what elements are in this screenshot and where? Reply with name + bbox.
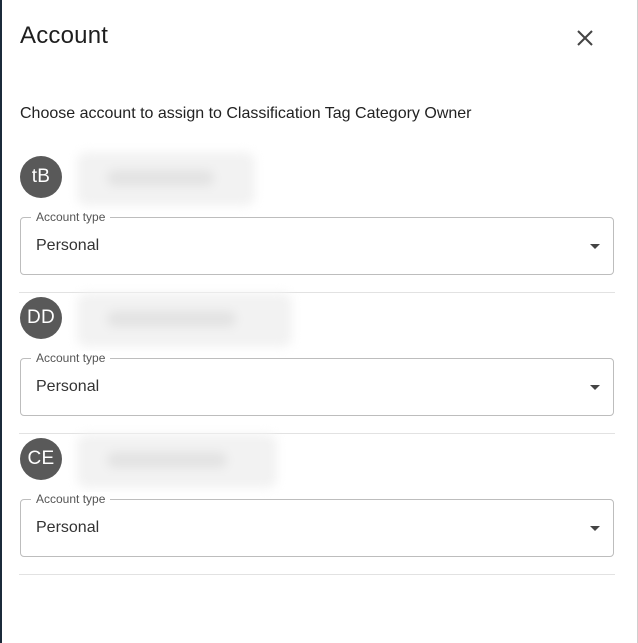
account-type-label: Account type — [31, 210, 111, 224]
redacted-account-name — [77, 434, 277, 488]
close-icon — [577, 30, 593, 46]
account-item: CE Account type Personal — [19, 434, 615, 575]
account-type-select[interactable]: Account type Personal — [20, 210, 614, 275]
account-item: DD Account type Personal — [19, 293, 615, 434]
dialog-title: Account — [20, 22, 109, 49]
account-dialog: Account Choose account to assign to Clas… — [0, 0, 638, 643]
account-item: tB Account type Personal — [19, 152, 615, 293]
chevron-down-icon — [590, 526, 600, 531]
account-header: CE — [19, 434, 615, 490]
close-button[interactable] — [572, 25, 598, 51]
account-header: DD — [19, 293, 615, 349]
avatar: DD — [20, 297, 62, 339]
avatar: CE — [20, 438, 62, 480]
account-header: tB — [19, 152, 615, 208]
dialog-subtitle: Choose account to assign to Classificati… — [20, 105, 472, 122]
account-type-select[interactable]: Account type Personal — [20, 351, 614, 416]
account-type-select[interactable]: Account type Personal — [20, 492, 614, 557]
account-type-label: Account type — [31, 351, 111, 365]
account-list: tB Account type Personal DD Account type… — [19, 152, 615, 575]
redacted-account-name — [77, 152, 255, 206]
redacted-account-name — [77, 293, 292, 347]
account-type-value: Personal — [36, 237, 100, 254]
account-type-value: Personal — [36, 378, 100, 395]
chevron-down-icon — [590, 244, 600, 249]
chevron-down-icon — [590, 385, 600, 390]
account-type-value: Personal — [36, 519, 100, 536]
avatar: tB — [20, 156, 62, 198]
account-type-label: Account type — [31, 492, 111, 506]
